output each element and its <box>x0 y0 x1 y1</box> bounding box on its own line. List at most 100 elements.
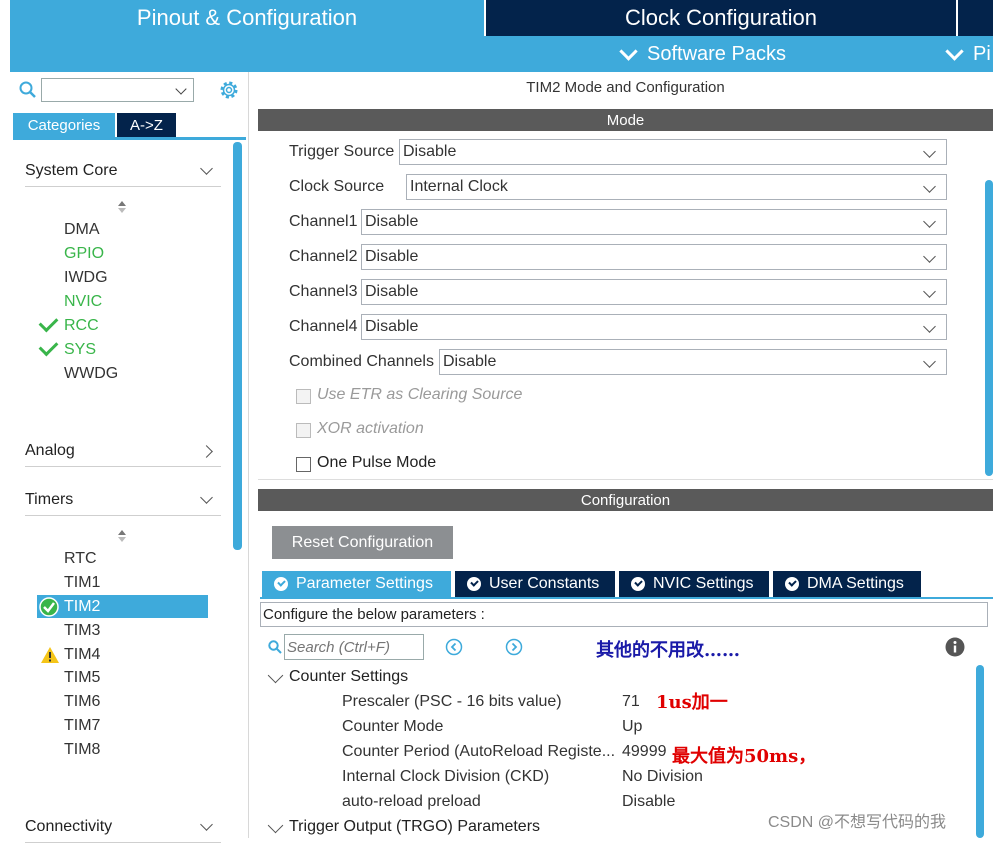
chevron-down-icon <box>200 817 213 831</box>
item-tim5[interactable]: TIM5 <box>64 666 100 690</box>
param-counter-period-name: Counter Period (AutoReload Registe... <box>342 743 616 760</box>
category-timers[interactable]: Timers <box>25 485 221 516</box>
channel4-select[interactable]: Disable <box>361 314 947 340</box>
item-rcc[interactable]: RCC <box>64 314 99 338</box>
param-autoreload-value[interactable]: Disable <box>622 793 675 811</box>
trigger-source-select[interactable]: Disable <box>399 139 947 165</box>
tab-underline <box>260 597 993 599</box>
check-circle-icon <box>39 597 59 617</box>
chevron-down-icon <box>175 83 187 95</box>
item-iwdg[interactable]: IWDG <box>64 266 108 290</box>
software-packs-menu[interactable]: Software Packs <box>619 36 786 72</box>
tab-clock-configuration[interactable]: Clock Configuration <box>486 0 956 36</box>
tab-overflow[interactable] <box>958 0 993 36</box>
sort-icon[interactable] <box>116 529 128 543</box>
tab-pinout-configuration[interactable]: Pinout & Configuration <box>10 0 484 36</box>
item-wwdg[interactable]: WWDG <box>64 362 118 386</box>
chevron-down-icon <box>923 215 936 228</box>
item-tim6[interactable]: TIM6 <box>64 690 100 714</box>
info-icon[interactable] <box>945 637 965 657</box>
category-system-core[interactable]: System Core <box>25 156 221 187</box>
check-circle-icon <box>785 577 799 591</box>
tab-label: DMA Settings <box>807 575 904 592</box>
channel2-select[interactable]: Disable <box>361 244 947 270</box>
next-icon[interactable] <box>505 638 523 656</box>
tab-parameter-settings[interactable]: Parameter Settings <box>262 571 451 597</box>
page-title: TIM2 Mode and Configuration <box>526 79 725 96</box>
tab-a-to-z[interactable]: A->Z <box>117 113 176 137</box>
reset-configuration-button[interactable]: Reset Configuration <box>272 526 453 559</box>
gear-icon[interactable] <box>218 79 240 101</box>
category-label: System Core <box>25 162 118 179</box>
parameter-search-input[interactable] <box>284 634 424 660</box>
channel3-select[interactable]: Disable <box>361 279 947 305</box>
software-packs-label: Software Packs <box>647 42 786 65</box>
mode-header: Mode <box>258 109 993 131</box>
item-tim1[interactable]: TIM1 <box>64 571 100 595</box>
param-prescaler-value[interactable]: 71 <box>622 693 640 711</box>
pinout-menu-label: Pi <box>973 42 991 65</box>
category-label: Timers <box>25 491 74 508</box>
sort-icon[interactable] <box>116 200 128 214</box>
clock-source-label: Clock Source <box>289 178 385 195</box>
previous-icon[interactable] <box>445 638 463 656</box>
tab-label: Parameter Settings <box>296 575 433 592</box>
item-nvic[interactable]: NVIC <box>64 290 102 314</box>
channel1-select[interactable]: Disable <box>361 209 947 235</box>
select-value: Disable <box>365 283 419 300</box>
chevron-down-icon <box>619 41 638 61</box>
tab-underline <box>13 137 246 140</box>
param-ckd-value[interactable]: No Division <box>622 768 703 786</box>
tab-label: NVIC Settings <box>653 575 754 592</box>
item-tim3[interactable]: TIM3 <box>64 619 100 643</box>
item-tim8[interactable]: TIM8 <box>64 738 100 762</box>
one-pulse-mode-checkbox[interactable] <box>296 457 311 472</box>
item-rtc[interactable]: RTC <box>64 547 97 571</box>
tab-nvic-settings[interactable]: NVIC Settings <box>619 571 769 597</box>
param-counter-mode-value[interactable]: Up <box>622 718 642 736</box>
search-combo[interactable] <box>41 78 194 102</box>
item-dma[interactable]: DMA <box>64 218 100 242</box>
combined-channels-select[interactable]: Disable <box>439 349 947 375</box>
counter-settings-group[interactable]: Counter Settings <box>289 668 408 686</box>
select-value: Internal Clock <box>410 178 508 195</box>
select-value: Disable <box>365 213 419 230</box>
tab-label: User Constants <box>489 575 600 592</box>
parameters-hint: Configure the below parameters : <box>260 602 988 627</box>
trgo-parameters-group[interactable]: Trigger Output (TRGO) Parameters <box>289 818 540 836</box>
item-tim2-selected[interactable] <box>37 595 208 618</box>
tab-dma-settings[interactable]: DMA Settings <box>773 571 921 597</box>
annotation-note: 其他的不用改…… <box>596 640 740 661</box>
category-analog[interactable]: Analog <box>25 436 221 467</box>
trigger-source-label: Trigger Source <box>289 143 395 160</box>
item-gpio[interactable]: GPIO <box>64 242 104 266</box>
item-tim2[interactable]: TIM2 <box>64 595 100 619</box>
tab-categories[interactable]: Categories <box>13 113 115 137</box>
params-scrollbar[interactable] <box>976 665 984 838</box>
item-sys[interactable]: SYS <box>64 338 96 362</box>
param-prescaler-name: Prescaler (PSC - 16 bits value) <box>342 693 562 710</box>
item-tim4[interactable]: TIM4 <box>64 643 100 667</box>
pinout-menu[interactable]: Pi <box>945 36 991 72</box>
sub-menu-bar <box>10 36 993 72</box>
category-label: Analog <box>25 442 75 459</box>
left-scrollbar[interactable] <box>233 142 242 550</box>
category-connectivity[interactable]: Connectivity <box>25 812 221 843</box>
mode-scrollbar[interactable] <box>985 180 993 476</box>
tab-user-constants[interactable]: User Constants <box>455 571 615 597</box>
channel3-label: Channel3 <box>289 283 358 300</box>
chevron-down-icon <box>923 355 936 368</box>
combined-channels-label: Combined Channels <box>289 353 434 370</box>
channel2-label: Channel2 <box>289 248 358 265</box>
category-label: Connectivity <box>25 818 113 835</box>
clock-source-select[interactable]: Internal Clock <box>406 174 947 200</box>
item-tim7[interactable]: TIM7 <box>64 714 100 738</box>
chevron-down-icon <box>923 180 936 193</box>
param-counter-mode-name: Counter Mode <box>342 718 444 735</box>
select-value: Disable <box>403 143 457 160</box>
use-etr-checkbox[interactable] <box>296 389 311 404</box>
param-counter-period-value[interactable]: 49999 <box>622 743 667 761</box>
chevron-right-icon <box>200 444 213 458</box>
xor-activation-checkbox[interactable] <box>296 423 311 438</box>
select-value: Disable <box>443 353 497 370</box>
